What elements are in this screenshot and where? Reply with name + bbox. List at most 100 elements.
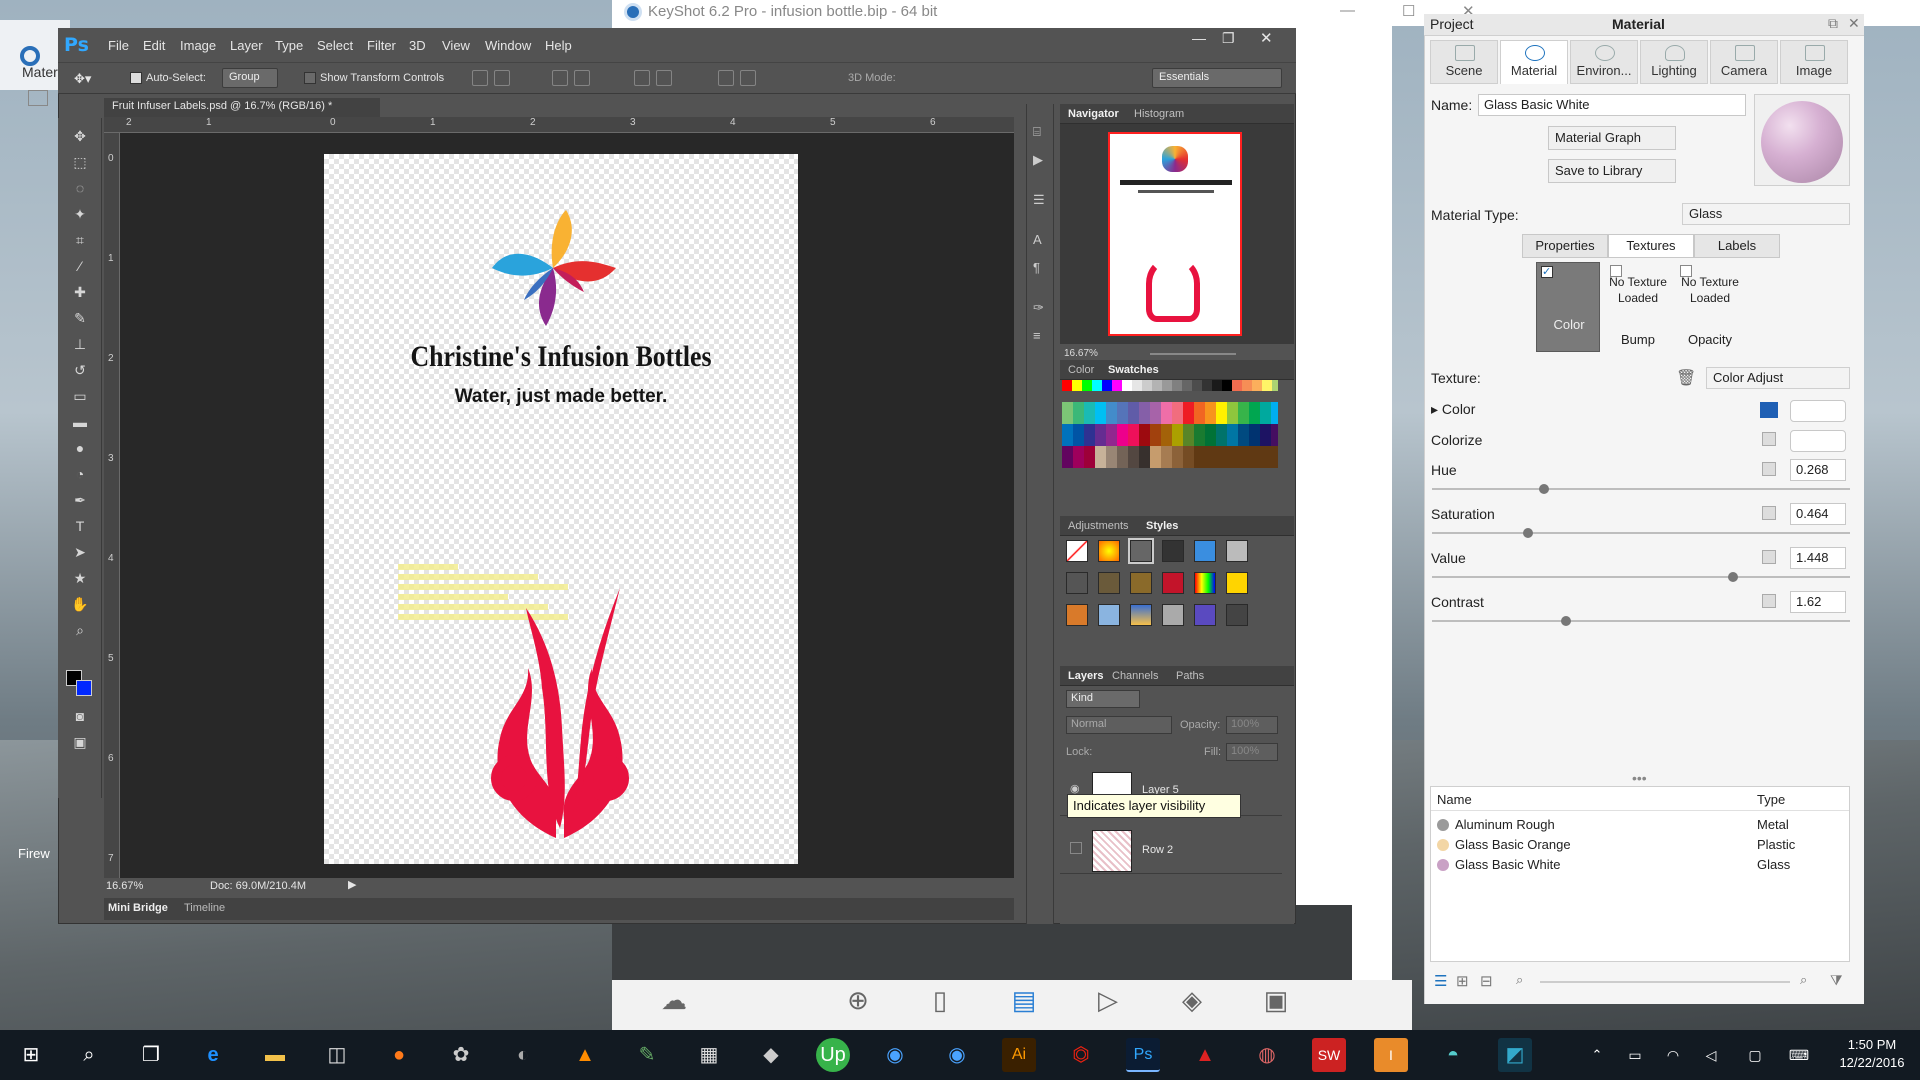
tab-timeline[interactable]: Timeline [184, 902, 225, 914]
keyshot-icon[interactable]: ◉ [940, 1038, 974, 1072]
ps-minimize-button[interactable]: — [1192, 30, 1206, 46]
save-to-library-button[interactable]: Save to Library [1548, 159, 1676, 183]
keyshotvr-icon[interactable]: ◈ [1170, 985, 1214, 1025]
hue-input[interactable]: 0.268 [1790, 459, 1846, 481]
auto-select-checkbox[interactable] [130, 72, 142, 84]
pen-tool-icon[interactable]: ✒ [70, 490, 90, 510]
texture-map-icon[interactable] [1762, 462, 1776, 476]
checkbox-checked[interactable]: ✓ [1541, 266, 1553, 278]
layer-name[interactable]: Row 2 [1142, 844, 1173, 856]
task-view-icon[interactable]: ❐ [134, 1038, 168, 1072]
app-icon[interactable]: I [1374, 1038, 1408, 1072]
app-icon[interactable]: ✿ [444, 1038, 478, 1072]
acrobat-icon[interactable]: ⏣ [1064, 1038, 1098, 1072]
subtab-textures[interactable]: Textures [1608, 234, 1694, 258]
actions-icon[interactable]: ▶ [1033, 152, 1043, 168]
clock[interactable]: 1:50 PM 12/22/2016 [1830, 1036, 1914, 1072]
distribute-right-icon[interactable] [740, 70, 756, 86]
navigator-thumbnail[interactable] [1108, 132, 1242, 336]
list-item[interactable]: Aluminum Rough Metal [1431, 815, 1849, 835]
battery-icon[interactable]: ▭ [1618, 1038, 1652, 1072]
menu-file[interactable]: File [108, 38, 129, 53]
illustrator-icon[interactable]: Ai [1002, 1038, 1036, 1072]
menu-window[interactable]: Window [485, 38, 531, 53]
paint-icon[interactable]: ◐ [506, 1038, 540, 1072]
hue-slider[interactable] [1432, 484, 1850, 494]
value-input[interactable]: 1.448 [1790, 547, 1846, 569]
type-tool-icon[interactable]: T [70, 516, 90, 536]
lasso-tool-icon[interactable]: ◌ [70, 178, 90, 198]
ps-restore-button[interactable]: ❐ [1222, 30, 1235, 47]
autocad-icon[interactable]: ▲ [1188, 1038, 1222, 1072]
style-swatch[interactable] [1194, 572, 1216, 594]
crop-tool-icon[interactable]: ⌗ [70, 230, 90, 250]
contrast-slider-knob[interactable] [1560, 616, 1571, 626]
style-swatch[interactable] [1098, 604, 1120, 626]
fill-input[interactable]: 100% [1226, 743, 1278, 761]
app-icon[interactable]: ◩ [1498, 1038, 1532, 1072]
col-name[interactable]: Name [1437, 792, 1472, 807]
tab-channels[interactable]: Channels [1112, 670, 1158, 682]
col-type[interactable]: Type [1757, 792, 1785, 807]
tray-chevron-icon[interactable]: ⌃ [1580, 1038, 1614, 1072]
tab-image[interactable]: Image [1780, 40, 1848, 84]
material-graph-button[interactable]: Material Graph [1548, 126, 1676, 150]
color-value-field[interactable] [1790, 400, 1846, 422]
value-slider-knob[interactable] [1727, 572, 1738, 582]
hue-slider-knob[interactable] [1539, 484, 1550, 494]
search-icon[interactable]: ⌕ [72, 1038, 106, 1072]
tab-scene[interactable]: Scene [1430, 40, 1498, 84]
style-swatch[interactable] [1098, 540, 1120, 562]
list-item[interactable]: Glass Basic White Glass [1431, 855, 1849, 875]
start-icon[interactable]: ⊞ [14, 1038, 48, 1072]
distribute-left-icon[interactable] [718, 70, 734, 86]
texture-map-icon[interactable] [1762, 506, 1776, 520]
status-arrow-icon[interactable]: ▶ [348, 878, 356, 891]
background-color-swatch[interactable] [76, 680, 92, 696]
texture-map-icon[interactable] [1762, 432, 1776, 446]
align-hcenter-icon[interactable] [574, 70, 590, 86]
navigator-zoom-slider[interactable] [1150, 353, 1236, 355]
character-icon[interactable]: A [1033, 232, 1042, 247]
style-swatch[interactable] [1128, 538, 1154, 564]
saturation-input[interactable]: 0.464 [1790, 503, 1846, 525]
eraser-icon[interactable]: ▭ [70, 386, 90, 406]
keyshot-icon[interactable]: ◉ [878, 1038, 912, 1072]
style-swatch[interactable] [1130, 572, 1152, 594]
trash-icon[interactable]: 🗑 [1676, 368, 1696, 388]
colorize-value-field[interactable] [1790, 430, 1846, 452]
undock-icon[interactable]: ⧉ [1828, 15, 1838, 32]
gradient-tool-icon[interactable]: ▬ [70, 412, 90, 432]
value-slider[interactable] [1432, 572, 1850, 582]
history-icon[interactable]: ⌸ [1033, 124, 1041, 140]
zoom-tool-icon[interactable]: ⌕ [70, 620, 90, 640]
tab-layers[interactable]: Layers [1068, 670, 1103, 682]
opacity-input[interactable]: 100% [1226, 716, 1278, 734]
style-swatch[interactable] [1130, 604, 1152, 626]
subtab-properties[interactable]: Properties [1522, 234, 1608, 258]
menu-3d[interactable]: 3D [409, 38, 426, 53]
save-icon[interactable] [28, 90, 48, 106]
solidworks-icon[interactable]: SW [1312, 1038, 1346, 1072]
saturation-slider[interactable] [1432, 528, 1850, 538]
style-swatch[interactable] [1162, 604, 1184, 626]
style-swatch[interactable] [1162, 540, 1184, 562]
keyboard-icon[interactable]: ⌨ [1782, 1038, 1816, 1072]
app-icon[interactable]: ◓ [1436, 1038, 1470, 1072]
resize-handle-icon[interactable]: ••• [1632, 770, 1647, 786]
notifications-icon[interactable]: ▢ [1738, 1038, 1772, 1072]
move-tool-icon[interactable]: ✥▾ [74, 71, 91, 87]
menu-help[interactable]: Help [545, 38, 572, 53]
filter-icon[interactable]: ⧩ [1830, 972, 1843, 989]
style-none[interactable] [1066, 540, 1088, 562]
tab-swatches[interactable]: Swatches [1108, 364, 1159, 376]
name-input[interactable]: Glass Basic White [1478, 94, 1746, 116]
healing-brush-icon[interactable]: ✚ [70, 282, 90, 302]
menu-image[interactable]: Image [180, 38, 216, 53]
cloud-library-icon[interactable]: ☁ [652, 985, 696, 1025]
menu-edit[interactable]: Edit [143, 38, 165, 53]
zoom-in-icon[interactable]: ⌕ [1800, 972, 1807, 988]
photoshop-icon[interactable]: Ps [1126, 1038, 1160, 1072]
marquee-tool-icon[interactable]: ⬚ [70, 152, 90, 172]
menu-filter[interactable]: Filter [367, 38, 396, 53]
